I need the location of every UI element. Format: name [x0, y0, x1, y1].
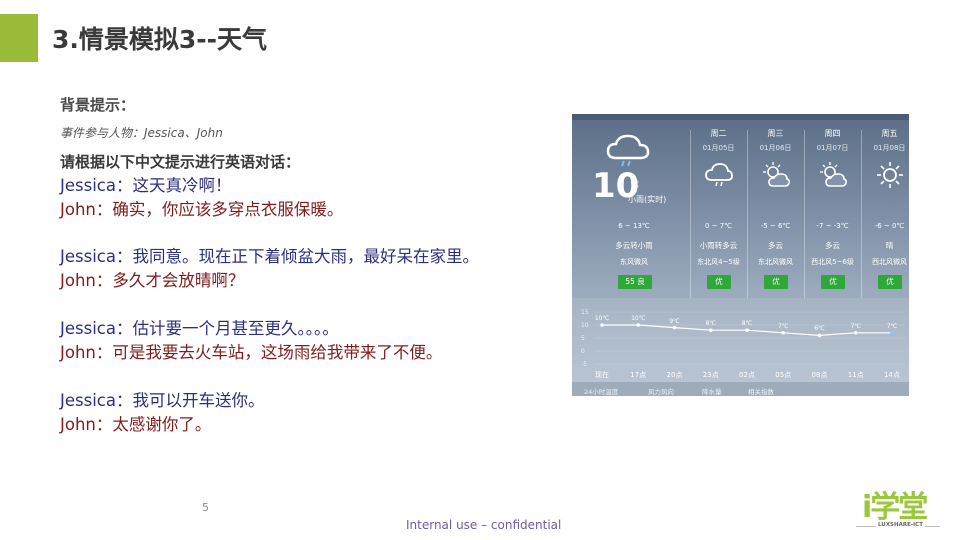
slide-title: 3.情景模拟3--天气 — [52, 25, 268, 54]
dialogue-line-john: John：可是我要去火车站，这场雨给我带来了不便。 — [60, 343, 443, 362]
dialogue-line-jessica: Jessica：我同意。现在正下着倾盆大雨，最好呆在家里。 — [60, 247, 479, 266]
temp-point-label: 7℃ — [886, 322, 898, 330]
forecast-date: 01月08日 — [873, 144, 906, 152]
sun-icon — [877, 162, 903, 188]
forecast-date: 01月05日 — [702, 144, 735, 152]
forecast-wind: 东北风4~5级 — [697, 258, 740, 266]
title-accent-block — [0, 14, 38, 62]
temp-point — [636, 323, 641, 327]
cloud-rain-icon — [606, 134, 650, 167]
temp-point — [781, 331, 786, 335]
forecast-aqi-badge: 优 — [821, 275, 845, 289]
forecast-wind: 西北风微风 — [872, 258, 907, 266]
cloud-rain-icon — [705, 163, 733, 187]
day-separator — [690, 130, 691, 298]
dialogue-line-jessica: Jessica：我可以开车送你。 — [60, 391, 265, 410]
temp-point-label: 10℃ — [594, 315, 610, 322]
day-separator — [804, 130, 805, 298]
logo-subtext: LUXSHARE-ICT — [876, 522, 925, 528]
temp-point — [600, 323, 604, 327]
temp-point — [672, 325, 677, 330]
temp-point-label: 6℃ — [814, 325, 825, 333]
forecast-date: 01月07日 — [816, 144, 849, 152]
today-forecast: 多云转小雨 — [615, 241, 653, 250]
temp-point — [853, 331, 858, 335]
forecast-weekday: 周二 — [710, 129, 727, 138]
temp-point-label: 7℃ — [850, 322, 862, 330]
dialogue-line-jessica: Jessica：这天真冷啊！ — [60, 176, 232, 195]
today-condition: 小雨(实时) — [628, 195, 667, 204]
dialogue-line-john: John：确实，你应该多穿点衣服保暖。 — [60, 200, 344, 219]
forecast-aqi-badge: 优 — [707, 275, 731, 289]
chart-x-tick: 05点 — [775, 371, 792, 379]
chart-tab-bar: 24小时温度 风力风向 降水量 相关指数 — [572, 382, 909, 396]
today-wind: 东风微风 — [620, 258, 648, 266]
temp-point — [708, 328, 713, 332]
chart-x-tick: 02点 — [739, 371, 755, 379]
dialogue-line-jessica: Jessica：估计要一个月甚至更久。。。。 — [60, 319, 339, 338]
chart-x-tick: 23点 — [702, 371, 719, 379]
chart-x-tick: 11点 — [847, 371, 864, 379]
day-separator — [747, 130, 748, 298]
forecast-weekday: 周五 — [881, 129, 898, 138]
day-separator — [861, 130, 862, 298]
dialogue-line-john: John：多久才会放晴啊？ — [60, 271, 245, 290]
forecast-wind: 东北风微风 — [758, 258, 793, 266]
forecast-condition: 晴 — [885, 241, 894, 250]
weather-today-panel: 10 ℃ 小雨(实时) 6 ~ 13℃ 多云转小雨 东风微风 55 良 — [582, 114, 687, 304]
forecast-wind: 西北风5~6级 — [811, 258, 854, 266]
forecast-range: -6 ~ 0℃ — [874, 222, 905, 230]
chart-x-tick: 17点 — [630, 371, 647, 379]
tab-indices[interactable]: 相关指数 — [748, 386, 774, 396]
instruction-line: 请根据以下中文提示进行英语对话： — [60, 153, 301, 171]
forecast-condition: 多云 — [825, 241, 840, 250]
luxshare-logo: i学堂 LUXSHARE-ICT — [852, 482, 948, 534]
chart-x-tick: 14点 — [884, 371, 900, 379]
dialogue-line-john: John：太感谢你了。 — [60, 415, 212, 434]
page-number: 5 — [202, 501, 209, 514]
forecast-weekday: 周四 — [824, 129, 841, 138]
temp-point-label: 9℃ — [669, 317, 680, 325]
chart-x-tick: 08点 — [811, 371, 828, 379]
today-range: 6 ~ 13℃ — [618, 222, 650, 230]
forecast-condition: 多云 — [768, 241, 783, 250]
forecast-range: -7 ~ -3℃ — [816, 222, 849, 230]
forecast-range: 0 ~ 7℃ — [704, 222, 733, 230]
tab-precipitation[interactable]: 降水量 — [702, 386, 722, 396]
temp-point — [817, 333, 822, 338]
forecast-range: -5 ~ 6℃ — [760, 222, 791, 230]
chart-x-tick: 20点 — [666, 371, 683, 379]
forecast-aqi-badge: 优 — [764, 275, 788, 289]
weather-screenshot: 10 ℃ 小雨(实时) 6 ~ 13℃ 多云转小雨 东风微风 55 良 周二 0… — [572, 114, 909, 396]
tab-wind[interactable]: 风力风向 — [648, 386, 674, 396]
logo-text: i学堂 — [862, 490, 928, 525]
participants-line: 事件参与人物：Jessica、John — [60, 126, 223, 140]
temp-point-label: 8℃ — [705, 320, 717, 328]
forecast-date: 01月06日 — [759, 144, 792, 152]
temp-point-label: 8℃ — [741, 320, 753, 328]
confidential-note: Internal use – confidential — [406, 518, 562, 532]
forecast-condition: 小雨转多云 — [699, 241, 738, 250]
temp-point-label: 7℃ — [777, 322, 789, 330]
forecast-aqi-badge: 优 — [878, 275, 902, 289]
today-aqi-badge: 55 良 — [618, 275, 652, 289]
chart-x-tick: 现在 — [595, 371, 609, 379]
today-temp-unit: ℃ — [630, 180, 639, 189]
forecast-weekday: 周三 — [767, 129, 784, 138]
tab-24h-temp[interactable]: 24小时温度 — [584, 386, 618, 396]
temp-point — [890, 331, 894, 335]
temp-point — [745, 328, 749, 332]
background-heading: 背景提示： — [60, 96, 136, 114]
partly-cloudy-icon — [820, 162, 848, 187]
temp-point-label: 10℃ — [631, 315, 646, 322]
partly-cloudy-icon — [763, 162, 791, 187]
